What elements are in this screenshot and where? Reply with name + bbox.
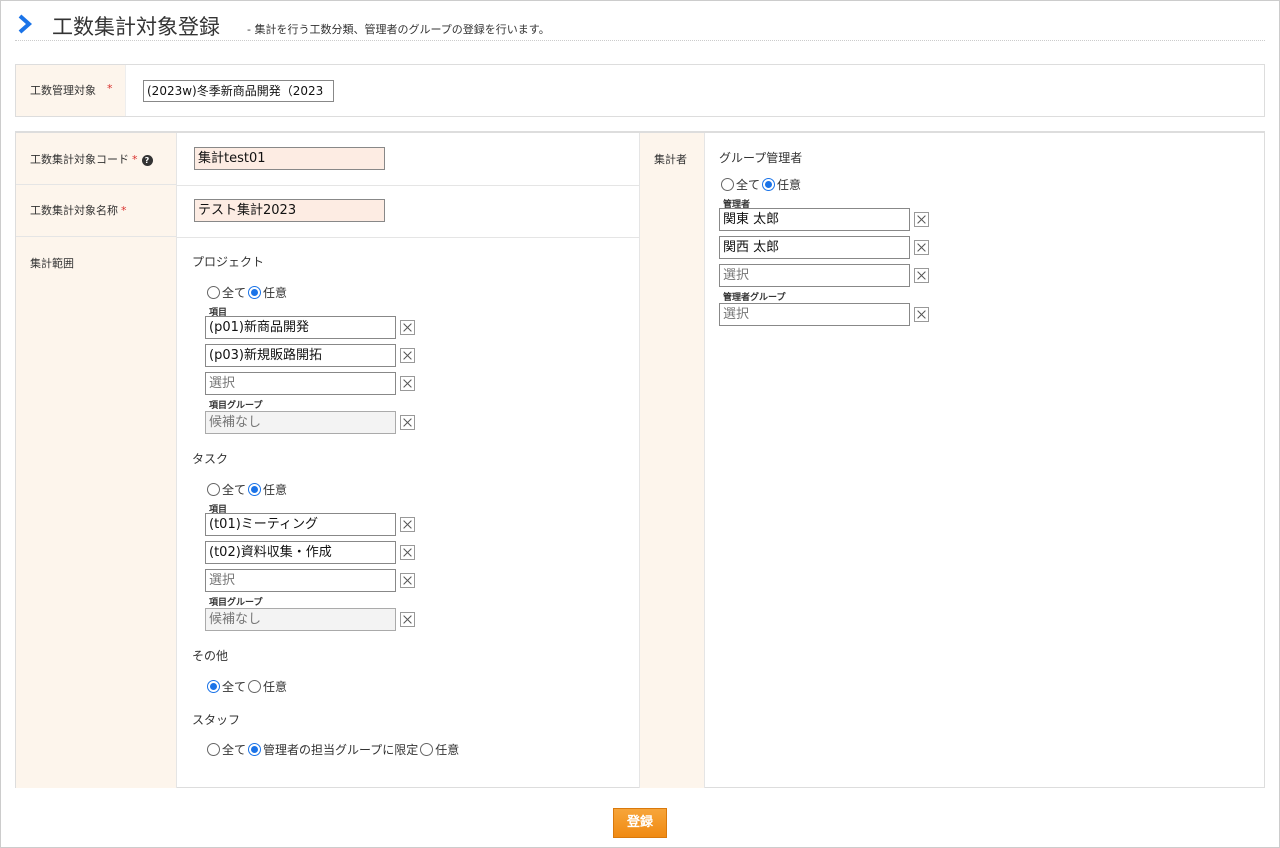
other-title: その他	[192, 649, 229, 663]
help-icon[interactable]: ?	[141, 155, 153, 166]
task-item-2[interactable]: (t02)資料収集・作成	[205, 541, 396, 564]
row-divider	[177, 237, 640, 238]
task-item-1[interactable]: (t01)ミーティング	[205, 513, 396, 536]
task-select-input[interactable]: 選択	[205, 569, 396, 592]
aggregator-label-cell: 集計者	[640, 133, 705, 788]
staff-radio-group-limited[interactable]	[248, 743, 262, 756]
project-radio-group: 全て 任意	[207, 284, 289, 301]
remove-project-item-2-icon[interactable]	[400, 348, 415, 363]
manager-group-input[interactable]: 選択	[719, 303, 910, 326]
remove-task-item-1-icon[interactable]	[400, 517, 415, 532]
target-input[interactable]: (2023w)冬季新商品開発（2023	[143, 80, 334, 102]
manager-1[interactable]: 関東 太郎	[719, 208, 910, 231]
aggregator-radio-group: 全て 任意	[721, 176, 803, 193]
row-divider	[177, 185, 640, 186]
project-radio-all[interactable]	[207, 286, 220, 299]
project-title: プロジェクト	[192, 255, 265, 269]
code-label-cell: 工数集計対象コード *?	[16, 133, 177, 185]
manager-2[interactable]: 関西 太郎	[719, 236, 910, 259]
task-radio-group: 全て 任意	[207, 481, 289, 498]
remove-manager-2-icon[interactable]	[914, 240, 929, 255]
task-group-label: 項目グループ	[209, 598, 263, 608]
code-input[interactable]: 集計test01	[194, 147, 385, 170]
aggregator-title: グループ管理者	[719, 151, 803, 165]
other-radio-all[interactable]	[207, 680, 220, 693]
name-label-cell: 工数集計対象名称 *	[16, 185, 177, 237]
manager-group-label: 管理者グループ	[723, 293, 786, 303]
register-button[interactable]: 登録	[613, 808, 667, 838]
clear-task-select-icon[interactable]	[400, 573, 415, 588]
staff-title: スタッフ	[192, 713, 241, 727]
range-label: 集計範囲	[30, 257, 74, 270]
target-label: 工数管理対象	[30, 84, 96, 97]
target-section: 工数管理対象 * (2023w)冬季新商品開発（2023	[15, 64, 1265, 117]
project-select-input[interactable]: 選択	[205, 372, 396, 395]
staff-radio-all[interactable]	[207, 743, 220, 756]
task-group-input[interactable]: 候補なし	[205, 608, 396, 631]
clear-manager-group-icon[interactable]	[914, 307, 929, 322]
project-group-input[interactable]: 候補なし	[205, 411, 396, 434]
target-label-cell: 工数管理対象 *	[16, 65, 126, 116]
remove-task-item-2-icon[interactable]	[400, 545, 415, 560]
project-group-label: 項目グループ	[209, 401, 263, 411]
clear-project-group-icon[interactable]	[400, 415, 415, 430]
remove-manager-1-icon[interactable]	[914, 212, 929, 227]
project-item-1[interactable]: (p01)新商品開発	[205, 316, 396, 339]
clear-project-select-icon[interactable]	[400, 376, 415, 391]
clear-manager-select-icon[interactable]	[914, 268, 929, 283]
staff-radio-group: 全て 管理者の担当グループに限定 任意	[207, 741, 461, 758]
range-label-cell: 集計範囲	[16, 237, 177, 270]
name-input[interactable]: テスト集計2023	[194, 199, 385, 222]
task-radio-all[interactable]	[207, 483, 220, 496]
project-item-2[interactable]: (p03)新規販路開拓	[205, 344, 396, 367]
manager-select-input[interactable]: 選択	[719, 264, 910, 287]
task-title: タスク	[192, 452, 229, 466]
aggregator-label: 集計者	[654, 153, 687, 166]
page-header: 工数集計対象登録 - 集計を行う工数分類、管理者のグループの登録を行います。	[15, 8, 1265, 41]
page-title: 工数集計対象登録	[52, 15, 220, 39]
project-radio-any[interactable]	[248, 286, 262, 299]
page-subtitle: - 集計を行う工数分類、管理者のグループの登録を行います。	[247, 23, 550, 36]
other-radio-any[interactable]	[248, 680, 262, 693]
task-radio-any[interactable]	[248, 483, 262, 496]
aggregator-radio-any[interactable]	[762, 178, 776, 191]
aggregator-radio-all[interactable]	[721, 178, 734, 191]
remove-project-item-1-icon[interactable]	[400, 320, 415, 335]
code-label: 工数集計対象コード *?	[30, 151, 153, 167]
clear-task-group-icon[interactable]	[400, 612, 415, 627]
other-radio-group: 全て 任意	[207, 678, 289, 695]
chevron-right-icon	[18, 14, 33, 34]
name-label: 工数集計対象名称 *	[30, 204, 127, 217]
staff-radio-any[interactable]	[420, 743, 434, 756]
required-mark: *	[107, 82, 113, 95]
